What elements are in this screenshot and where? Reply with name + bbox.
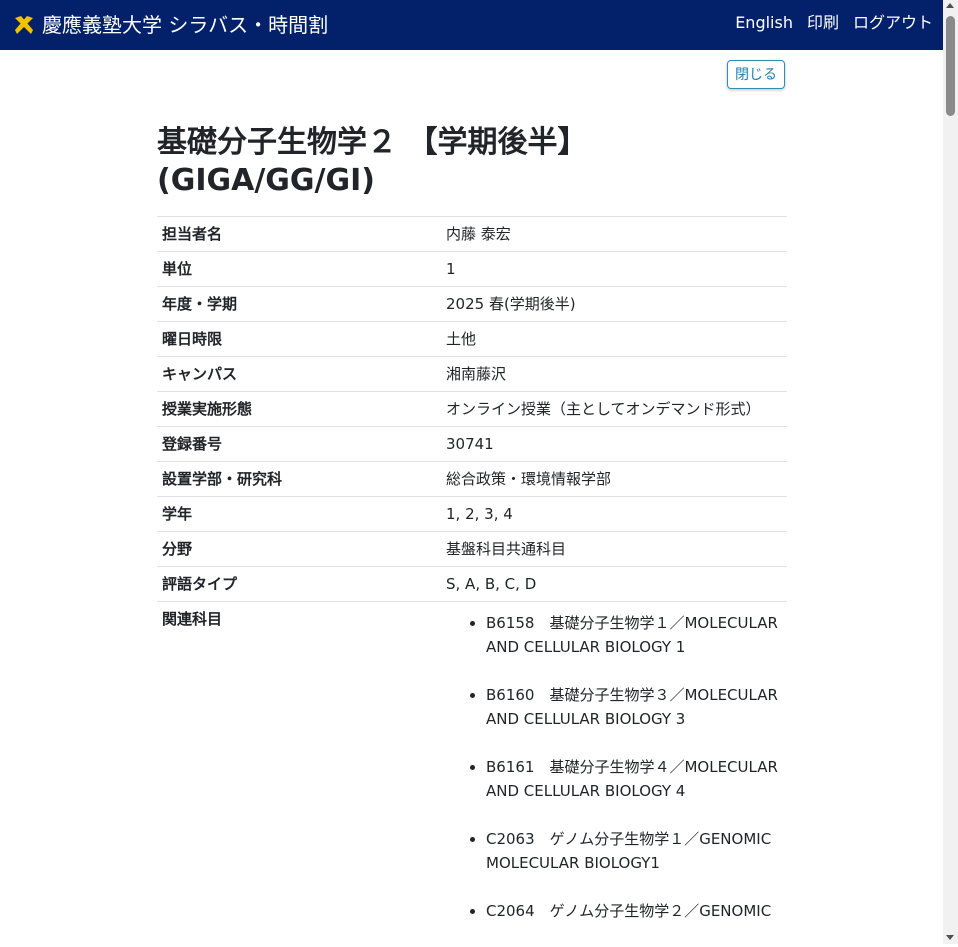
keio-pen-logo-icon — [12, 13, 36, 37]
related-course-item: C2063 ゲノム分子生物学１／GENOMIC MOLECULAR BIOLOG… — [486, 827, 782, 875]
detail-row-instructor: 担当者名 内藤 泰宏 — [157, 217, 787, 252]
detail-label: 関連科目 — [157, 602, 441, 947]
detail-value: 1, 2, 3, 4 — [441, 497, 787, 532]
detail-value: 2025 春(学期後半) — [441, 287, 787, 322]
detail-row-registration-number: 登録番号 30741 — [157, 427, 787, 462]
scrollbar-thumb[interactable] — [946, 16, 955, 116]
related-course-item: C2064 ゲノム分子生物学２／GENOMIC — [486, 899, 782, 923]
course-details-table: 担当者名 内藤 泰宏 単位 1 年度・学期 2025 春(学期後半) 曜日時限 … — [157, 216, 787, 947]
detail-row-credits: 単位 1 — [157, 252, 787, 287]
related-course-item: B6160 基礎分子生物学３／MOLECULAR AND CELLULAR BI… — [486, 683, 782, 731]
detail-value: オンライン授業（主としてオンデマンド形式） — [441, 392, 787, 427]
detail-row-term: 年度・学期 2025 春(学期後半) — [157, 287, 787, 322]
nav-english-link[interactable]: English — [735, 13, 793, 33]
detail-label: 設置学部・研究科 — [157, 462, 441, 497]
detail-row-year: 学年 1, 2, 3, 4 — [157, 497, 787, 532]
related-course-item: B6158 基礎分子生物学１／MOLECULAR AND CELLULAR BI… — [486, 611, 782, 659]
detail-label: 担当者名 — [157, 217, 441, 252]
detail-value: 総合政策・環境情報学部 — [441, 462, 787, 497]
detail-label: 学年 — [157, 497, 441, 532]
course-title: 基礎分子生物学２ 【学期後半】 (GIGA/GG/GI) — [157, 124, 787, 200]
detail-row-class-format: 授業実施形態 オンライン授業（主としてオンデマンド形式） — [157, 392, 787, 427]
site-title: 慶應義塾大学 シラバス・時間割 — [42, 13, 328, 37]
detail-row-faculty: 設置学部・研究科 総合政策・環境情報学部 — [157, 462, 787, 497]
scroll-up-arrow-icon[interactable] — [946, 3, 954, 8]
detail-label: 登録番号 — [157, 427, 441, 462]
detail-label: 単位 — [157, 252, 441, 287]
detail-value: 土他 — [441, 322, 787, 357]
detail-label: 分野 — [157, 532, 441, 567]
top-navbar: 慶應義塾大学 シラバス・時間割 English 印刷 ログアウト — [0, 0, 943, 50]
detail-label: キャンパス — [157, 357, 441, 392]
detail-value: 湘南藤沢 — [441, 357, 787, 392]
nav-print-link[interactable]: 印刷 — [807, 13, 839, 33]
detail-label: 評語タイプ — [157, 567, 441, 602]
detail-value: 30741 — [441, 427, 787, 462]
detail-value: 内藤 泰宏 — [441, 217, 787, 252]
detail-label: 授業実施形態 — [157, 392, 441, 427]
related-course-item: B6161 基礎分子生物学４／MOLECULAR AND CELLULAR BI… — [486, 755, 782, 803]
detail-value: 基盤科目共通科目 — [441, 532, 787, 567]
close-button[interactable]: 閉じる — [727, 60, 785, 89]
top-nav: English 印刷 ログアウト — [735, 13, 933, 33]
detail-row-related-courses: 関連科目 B6158 基礎分子生物学１／MOLECULAR AND CELLUL… — [157, 602, 787, 947]
detail-row-grading-type: 評語タイプ S, A, B, C, D — [157, 567, 787, 602]
detail-label: 曜日時限 — [157, 322, 441, 357]
scroll-down-arrow-icon[interactable] — [946, 935, 954, 940]
related-courses-list: B6158 基礎分子生物学１／MOLECULAR AND CELLULAR BI… — [446, 602, 782, 923]
nav-logout-link[interactable]: ログアウト — [853, 13, 933, 33]
detail-row-campus: キャンパス 湘南藤沢 — [157, 357, 787, 392]
detail-row-day-period: 曜日時限 土他 — [157, 322, 787, 357]
vertical-scrollbar[interactable] — [943, 0, 958, 944]
related-courses-cell: B6158 基礎分子生物学１／MOLECULAR AND CELLULAR BI… — [441, 602, 787, 947]
detail-value: 1 — [441, 252, 787, 287]
brand[interactable]: 慶應義塾大学 シラバス・時間割 — [12, 10, 328, 40]
detail-value: S, A, B, C, D — [441, 567, 787, 602]
detail-row-field: 分野 基盤科目共通科目 — [157, 532, 787, 567]
detail-label: 年度・学期 — [157, 287, 441, 322]
